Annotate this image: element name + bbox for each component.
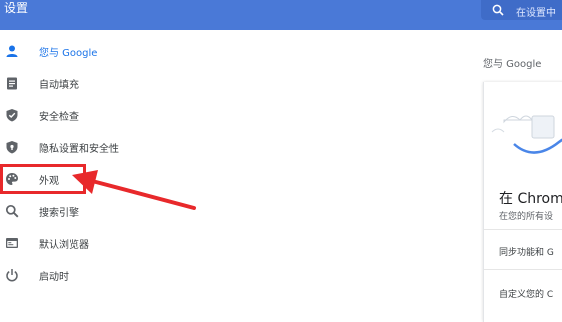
annotation-arrow — [72, 170, 196, 210]
